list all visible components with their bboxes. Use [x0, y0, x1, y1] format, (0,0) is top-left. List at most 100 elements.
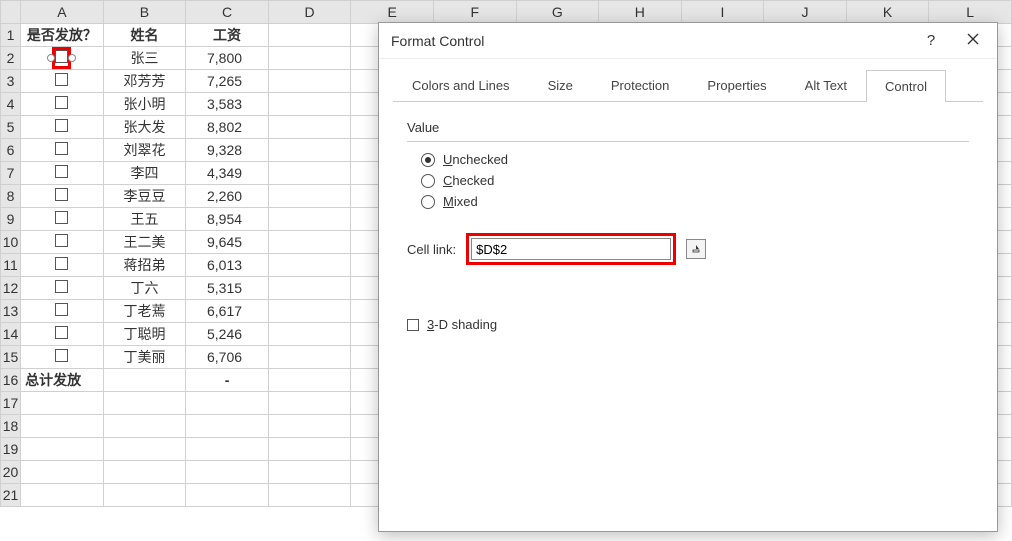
row-header-21[interactable]: 21 — [1, 484, 21, 507]
col-header-B[interactable]: B — [103, 1, 186, 24]
cell-B11[interactable]: 蒋招弟 — [103, 254, 186, 277]
cell-A12[interactable] — [21, 277, 104, 300]
col-header-A[interactable]: A — [21, 1, 104, 24]
cell-B15[interactable]: 丁美丽 — [103, 346, 186, 369]
row-header-10[interactable]: 10 — [1, 231, 21, 254]
tab-size[interactable]: Size — [529, 69, 592, 101]
checkbox-control[interactable] — [55, 326, 68, 339]
cell-A11[interactable] — [21, 254, 104, 277]
col-header-E[interactable]: E — [351, 1, 434, 24]
row-header-20[interactable]: 20 — [1, 461, 21, 484]
row-header-19[interactable]: 19 — [1, 438, 21, 461]
cell-C8[interactable]: 2,260 — [186, 185, 269, 208]
checkbox-control[interactable] — [55, 73, 68, 86]
cell-A10[interactable] — [21, 231, 104, 254]
cell-B7[interactable]: 李四 — [103, 162, 186, 185]
cell-A8[interactable] — [21, 185, 104, 208]
checkbox-control[interactable] — [55, 188, 68, 201]
cell-B14[interactable]: 丁聪明 — [103, 323, 186, 346]
cell-A6[interactable] — [21, 139, 104, 162]
tab-alt-text[interactable]: Alt Text — [786, 69, 866, 101]
row-header-5[interactable]: 5 — [1, 116, 21, 139]
tab-properties[interactable]: Properties — [688, 69, 785, 101]
cell-B6[interactable]: 刘翠花 — [103, 139, 186, 162]
close-icon[interactable] — [961, 23, 985, 59]
cell-C2[interactable]: 7,800 — [186, 47, 269, 70]
checkbox-control[interactable] — [55, 234, 68, 247]
range-picker-button[interactable] — [686, 239, 706, 259]
radio-checked[interactable] — [421, 174, 435, 188]
checkbox-control[interactable] — [55, 303, 68, 316]
cell-link-input[interactable] — [471, 238, 671, 260]
col-header-D[interactable]: D — [268, 1, 351, 24]
row-header-8[interactable]: 8 — [1, 185, 21, 208]
cell-A7[interactable] — [21, 162, 104, 185]
row-header-1[interactable]: 1 — [1, 24, 21, 47]
radio-unchecked[interactable] — [421, 153, 435, 167]
cell-B2[interactable]: 张三 — [103, 47, 186, 70]
cell-C1[interactable]: 工资 — [186, 24, 269, 47]
cell-C9[interactable]: 8,954 — [186, 208, 269, 231]
cell-B5[interactable]: 张大发 — [103, 116, 186, 139]
checkbox-control[interactable] — [55, 211, 68, 224]
row-header-14[interactable]: 14 — [1, 323, 21, 346]
cell-A16[interactable]: 总计发放 — [21, 369, 104, 392]
cell-B3[interactable]: 邓芳芳 — [103, 70, 186, 93]
row-header-16[interactable]: 16 — [1, 369, 21, 392]
radio-mixed[interactable] — [421, 195, 435, 209]
row-header-15[interactable]: 15 — [1, 346, 21, 369]
3d-shading-checkbox[interactable] — [407, 319, 419, 331]
cell-C16[interactable]: - — [186, 369, 269, 392]
row-header-3[interactable]: 3 — [1, 70, 21, 93]
cell-C3[interactable]: 7,265 — [186, 70, 269, 93]
col-header-H[interactable]: H — [599, 1, 682, 24]
cell-A14[interactable] — [21, 323, 104, 346]
cell-B10[interactable]: 王二美 — [103, 231, 186, 254]
cell-C15[interactable]: 6,706 — [186, 346, 269, 369]
row-header-13[interactable]: 13 — [1, 300, 21, 323]
cell-A9[interactable] — [21, 208, 104, 231]
cell-B8[interactable]: 李豆豆 — [103, 185, 186, 208]
row-header-9[interactable]: 9 — [1, 208, 21, 231]
cell-C6[interactable]: 9,328 — [186, 139, 269, 162]
col-header-K[interactable]: K — [846, 1, 929, 24]
cell-C11[interactable]: 6,013 — [186, 254, 269, 277]
col-header-J[interactable]: J — [764, 1, 847, 24]
cell-B4[interactable]: 张小明 — [103, 93, 186, 116]
cell-C10[interactable]: 9,645 — [186, 231, 269, 254]
cell-D2[interactable] — [268, 47, 351, 70]
row-header-12[interactable]: 12 — [1, 277, 21, 300]
checkbox-control[interactable] — [55, 50, 68, 63]
cell-C12[interactable]: 5,315 — [186, 277, 269, 300]
row-header-11[interactable]: 11 — [1, 254, 21, 277]
row-header-17[interactable]: 17 — [1, 392, 21, 415]
row-header-18[interactable]: 18 — [1, 415, 21, 438]
cell-A3[interactable] — [21, 70, 104, 93]
cell-A1[interactable]: 是否发放？ — [21, 24, 104, 47]
row-header-4[interactable]: 4 — [1, 93, 21, 116]
checkbox-control[interactable] — [55, 96, 68, 109]
cell-B1[interactable]: 姓名 — [103, 24, 186, 47]
checkbox-control[interactable] — [55, 165, 68, 178]
row-header-2[interactable]: 2 — [1, 47, 21, 70]
cell-A5[interactable] — [21, 116, 104, 139]
cell-B16[interactable] — [103, 369, 186, 392]
cell-A4[interactable] — [21, 93, 104, 116]
checkbox-control[interactable] — [55, 142, 68, 155]
cell-C13[interactable]: 6,617 — [186, 300, 269, 323]
cell-C4[interactable]: 3,583 — [186, 93, 269, 116]
checkbox-control[interactable] — [55, 280, 68, 293]
col-header-C[interactable]: C — [186, 1, 269, 24]
tab-protection[interactable]: Protection — [592, 69, 689, 101]
cell-C7[interactable]: 4,349 — [186, 162, 269, 185]
select-all-corner[interactable] — [1, 1, 21, 24]
cell-B13[interactable]: 丁老蔫 — [103, 300, 186, 323]
checkbox-control[interactable] — [55, 349, 68, 362]
row-header-6[interactable]: 6 — [1, 139, 21, 162]
checkbox-control[interactable] — [55, 257, 68, 270]
tab-colors-lines[interactable]: Colors and Lines — [393, 69, 529, 101]
col-header-L[interactable]: L — [929, 1, 1012, 24]
col-header-G[interactable]: G — [516, 1, 599, 24]
cell-C14[interactable]: 5,246 — [186, 323, 269, 346]
cell-D1[interactable] — [268, 24, 351, 47]
